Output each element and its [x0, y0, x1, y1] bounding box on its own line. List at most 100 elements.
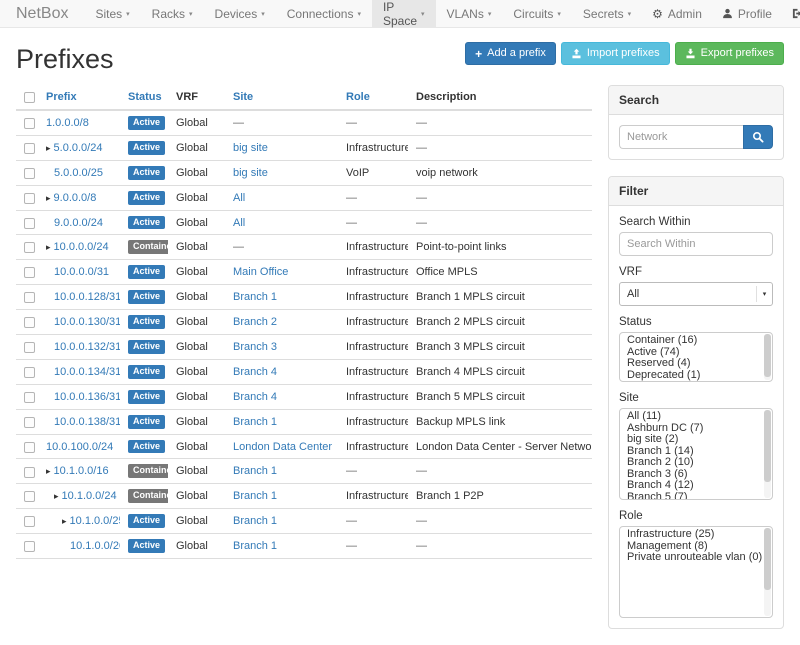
- column-header-site[interactable]: Site: [225, 85, 338, 110]
- row-checkbox[interactable]: [24, 292, 35, 303]
- site-link[interactable]: Branch 4: [233, 366, 277, 378]
- site-option[interactable]: Branch 3 (6): [620, 469, 762, 481]
- prefix-link[interactable]: 5.0.0.0/25: [54, 167, 103, 179]
- site-option[interactable]: Branch 5 (7): [620, 492, 762, 501]
- site-option[interactable]: Branch 1 (14): [620, 446, 762, 458]
- site-option[interactable]: Branch 4 (12): [620, 480, 762, 492]
- nav-item-profile[interactable]: Profile: [712, 0, 782, 27]
- site-link[interactable]: Branch 1: [233, 416, 277, 428]
- row-checkbox[interactable]: [24, 118, 35, 129]
- site-link[interactable]: Branch 1: [233, 515, 277, 527]
- scrollbar[interactable]: [764, 334, 771, 380]
- site-link[interactable]: Branch 1: [233, 490, 277, 502]
- prefix-link[interactable]: 10.1.0.0/16: [54, 465, 109, 477]
- nav-item-racks[interactable]: Racks▾: [141, 0, 204, 27]
- site-link[interactable]: All: [233, 217, 245, 229]
- search-within-input[interactable]: [619, 232, 773, 256]
- site-link[interactable]: big site: [233, 142, 268, 154]
- row-checkbox[interactable]: [24, 442, 35, 453]
- import-prefixes-button[interactable]: Import prefixes: [561, 42, 670, 65]
- prefix-link[interactable]: 10.0.0.134/31: [54, 366, 120, 378]
- prefix-link[interactable]: 9.0.0.0/8: [54, 192, 97, 204]
- vrf-label: VRF: [619, 266, 773, 278]
- role-listbox[interactable]: Infrastructure (25)Management (8)Private…: [619, 526, 773, 618]
- site-link[interactable]: Branch 4: [233, 391, 277, 403]
- row-checkbox[interactable]: [24, 516, 35, 527]
- prefix-link[interactable]: 10.0.0.130/31: [54, 316, 120, 328]
- column-header-role[interactable]: Role: [338, 85, 408, 110]
- row-checkbox[interactable]: [24, 367, 35, 378]
- prefix-link[interactable]: 10.0.0.0/24: [54, 241, 109, 253]
- row-checkbox[interactable]: [24, 541, 35, 552]
- status-option[interactable]: Container (16): [620, 335, 762, 347]
- role-option[interactable]: Infrastructure (25): [620, 529, 762, 541]
- row-checkbox[interactable]: [24, 267, 35, 278]
- status-option[interactable]: Active (74): [620, 347, 762, 359]
- prefix-link[interactable]: 10.1.0.0/24: [62, 490, 117, 502]
- search-button[interactable]: [743, 125, 773, 149]
- site-option[interactable]: Branch 2 (10): [620, 457, 762, 469]
- search-input[interactable]: [619, 125, 743, 149]
- nav-item-log-out[interactable]: Log out: [782, 0, 800, 27]
- prefix-link[interactable]: 10.0.0.138/31: [54, 416, 120, 428]
- role-option[interactable]: Private unrouteable vlan (0): [620, 552, 762, 564]
- site-link[interactable]: Branch 2: [233, 316, 277, 328]
- site-option[interactable]: big site (2): [620, 434, 762, 446]
- row-checkbox[interactable]: [24, 342, 35, 353]
- column-header-prefix[interactable]: Prefix: [38, 85, 120, 110]
- column-header-status[interactable]: Status: [120, 85, 168, 110]
- row-checkbox[interactable]: [24, 218, 35, 229]
- prefix-link[interactable]: 9.0.0.0/24: [54, 217, 103, 229]
- vrf-select[interactable]: All ▾: [619, 282, 773, 306]
- site-link[interactable]: London Data Center: [233, 441, 332, 453]
- nav-item-ip-space[interactable]: IP Space▾: [372, 0, 436, 27]
- site-link[interactable]: Branch 1: [233, 540, 277, 552]
- row-checkbox[interactable]: [24, 467, 35, 478]
- status-listbox[interactable]: Container (16)Active (74)Reserved (4)Dep…: [619, 332, 773, 382]
- prefix-link[interactable]: 10.0.0.128/31: [54, 291, 120, 303]
- prefix-link[interactable]: 10.0.0.0/31: [54, 266, 109, 278]
- row-checkbox[interactable]: [24, 417, 35, 428]
- row-checkbox[interactable]: [24, 242, 35, 253]
- nav-item-sites[interactable]: Sites▾: [84, 0, 140, 27]
- role-option[interactable]: Management (8): [620, 541, 762, 553]
- nav-item-circuits[interactable]: Circuits▾: [502, 0, 572, 27]
- row-checkbox[interactable]: [24, 193, 35, 204]
- site-link[interactable]: big site: [233, 167, 268, 179]
- prefix-link[interactable]: 10.0.0.136/31: [54, 391, 120, 403]
- scrollbar[interactable]: [764, 528, 771, 616]
- row-checkbox[interactable]: [24, 317, 35, 328]
- role-cell: Infrastructure: [338, 310, 408, 335]
- prefix-link[interactable]: 10.1.0.0/25: [70, 515, 120, 527]
- prefix-link[interactable]: 10.0.0.132/31: [54, 341, 120, 353]
- site-link[interactable]: Branch 1: [233, 465, 277, 477]
- prefix-link[interactable]: 10.0.100.0/24: [46, 441, 113, 453]
- site-link[interactable]: Branch 3: [233, 341, 277, 353]
- add-a-prefix-button[interactable]: +Add a prefix: [465, 42, 556, 65]
- scrollbar[interactable]: [764, 410, 771, 498]
- brand-logo[interactable]: NetBox: [16, 0, 68, 27]
- row-checkbox[interactable]: [24, 143, 35, 154]
- nav-item-secrets[interactable]: Secrets▾: [572, 0, 642, 27]
- site-link[interactable]: Main Office: [233, 266, 288, 278]
- row-checkbox[interactable]: [24, 168, 35, 179]
- status-option[interactable]: Reserved (4): [620, 358, 762, 370]
- site-listbox[interactable]: All (11)Ashburn DC (7)big site (2)Branch…: [619, 408, 773, 500]
- prefix-link[interactable]: 10.1.0.0/26: [70, 540, 120, 552]
- nav-item-admin[interactable]: ⚙Admin: [642, 0, 712, 27]
- nav-item-vlans[interactable]: VLANs▾: [436, 0, 503, 27]
- site-link[interactable]: All: [233, 192, 245, 204]
- site-option[interactable]: All (11): [620, 411, 762, 423]
- nav-item-devices[interactable]: Devices▾: [204, 0, 276, 27]
- prefix-link[interactable]: 1.0.0.0/8: [46, 117, 89, 129]
- prefix-link[interactable]: 5.0.0.0/24: [54, 142, 103, 154]
- site-option[interactable]: Ashburn DC (7): [620, 423, 762, 435]
- row-checkbox[interactable]: [24, 392, 35, 403]
- nav-item-connections[interactable]: Connections▾: [276, 0, 372, 27]
- select-all-checkbox[interactable]: [24, 92, 35, 103]
- site-link[interactable]: Branch 1: [233, 291, 277, 303]
- export-prefixes-button[interactable]: Export prefixes: [675, 42, 784, 65]
- row-checkbox[interactable]: [24, 491, 35, 502]
- status-option[interactable]: Deprecated (1): [620, 370, 762, 382]
- empty-value: —: [416, 540, 427, 552]
